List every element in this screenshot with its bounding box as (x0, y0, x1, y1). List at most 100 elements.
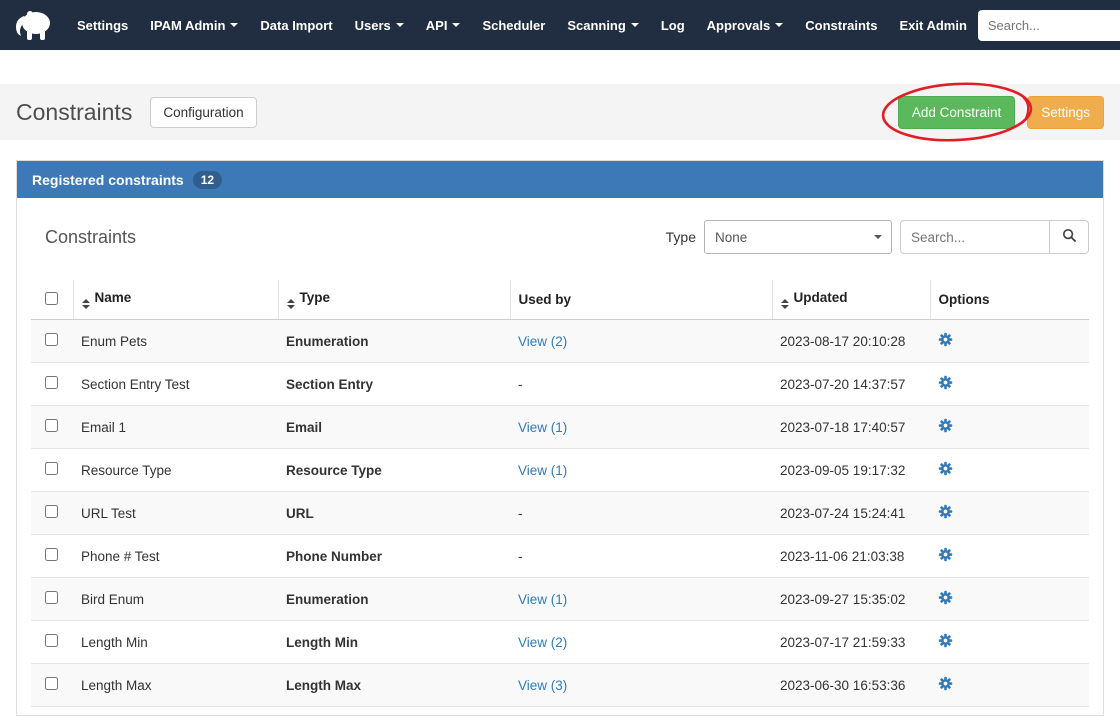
nav-item-constraints[interactable]: Constraints (794, 0, 888, 50)
count-badge: 12 (193, 171, 222, 189)
chevron-down-icon (452, 23, 460, 27)
nav-item-label: IPAM Admin (150, 18, 225, 33)
used-by-cell: View (2) (510, 621, 772, 664)
row-checkbox[interactable] (45, 462, 58, 475)
elephant-logo-icon[interactable] (12, 6, 54, 44)
constraint-name: Resource Type (73, 449, 278, 492)
sort-icon (287, 299, 295, 309)
constraint-type: Phone Number (278, 535, 510, 578)
configuration-button[interactable]: Configuration (150, 97, 256, 128)
constraint-name: Length Min (73, 621, 278, 664)
options-cell (930, 535, 1089, 578)
constraint-type: Length Min (278, 621, 510, 664)
table-search-button[interactable] (1050, 220, 1089, 254)
updated-timestamp: 2023-07-17 21:59:33 (772, 621, 930, 664)
nav-item-api[interactable]: API (415, 0, 472, 50)
used-by-view-link[interactable]: View (3) (518, 678, 567, 693)
add-constraint-button[interactable]: Add Constraint (898, 96, 1015, 129)
row-checkbox[interactable] (45, 376, 58, 389)
column-header-label: Options (939, 292, 990, 307)
gear-icon[interactable] (938, 332, 953, 347)
options-cell (930, 406, 1089, 449)
nav-item-label: Exit Admin (899, 18, 966, 33)
column-header-updated[interactable]: Updated (772, 280, 930, 320)
row-checkbox[interactable] (45, 677, 58, 690)
column-header-name[interactable]: Name (73, 280, 278, 320)
gear-icon[interactable] (938, 461, 953, 476)
constraint-name: Phone # Test (73, 535, 278, 578)
updated-timestamp: 2023-06-30 16:53:36 (772, 664, 930, 707)
constraint-name: Section Entry Test (73, 363, 278, 406)
row-checkbox[interactable] (45, 419, 58, 432)
nav-item-approvals[interactable]: Approvals (696, 0, 795, 50)
used-by-view-link[interactable]: View (1) (518, 420, 567, 435)
nav-item-log[interactable]: Log (650, 0, 696, 50)
panel-title: Registered constraints (32, 172, 184, 188)
table-row: Enum PetsEnumerationView (2)2023-08-17 2… (31, 320, 1089, 363)
row-checkbox[interactable] (45, 591, 58, 604)
page-header-band: Constraints Configuration Add Constraint… (0, 84, 1120, 140)
used-by-view-link[interactable]: View (1) (518, 592, 567, 607)
registered-constraints-panel: Registered constraints 12 Constraints Ty… (16, 160, 1104, 716)
row-checkbox[interactable] (45, 548, 58, 561)
nav-item-scanning[interactable]: Scanning (556, 0, 650, 50)
table-row: Section Entry TestSection Entry-2023-07-… (31, 363, 1089, 406)
options-cell (930, 578, 1089, 621)
used-by-cell: View (1) (510, 406, 772, 449)
type-filter-select[interactable]: None (704, 220, 892, 254)
toolbar-title: Constraints (45, 227, 136, 248)
type-filter-label: Type (666, 229, 696, 245)
row-checkbox[interactable] (45, 333, 58, 346)
navbar-search-input[interactable] (978, 10, 1120, 41)
constraint-name: Enum Pets (73, 320, 278, 363)
table-search-input[interactable] (900, 220, 1050, 254)
navbar-menu: Settings IPAM Admin Data ImportUsersAPISch… (66, 0, 978, 50)
nav-item-scheduler[interactable]: Scheduler (471, 0, 556, 50)
nav-item-label: Approvals (707, 18, 771, 33)
row-checkbox[interactable] (45, 505, 58, 518)
options-cell (930, 664, 1089, 707)
used-by-cell: View (1) (510, 578, 772, 621)
column-header-type[interactable]: Type (278, 280, 510, 320)
column-header-used-by: Used by (510, 280, 772, 320)
used-by-view-link[interactable]: View (2) (518, 334, 567, 349)
gear-icon[interactable] (938, 504, 953, 519)
nav-item-data-import[interactable]: Data Import (249, 0, 343, 50)
row-checkbox[interactable] (45, 634, 58, 647)
column-header-label: Name (95, 290, 132, 305)
updated-timestamp: 2023-08-17 20:10:28 (772, 320, 930, 363)
constraint-type: Resource Type (278, 449, 510, 492)
nav-item-label: Settings (77, 18, 128, 33)
settings-button[interactable]: Settings (1027, 96, 1104, 129)
gear-icon[interactable] (938, 633, 953, 648)
type-filter-value: None (715, 230, 747, 245)
nav-item-settings[interactable]: Settings (66, 0, 139, 50)
updated-timestamp: 2023-07-20 14:37:57 (772, 363, 930, 406)
constraint-type: Length Max (278, 664, 510, 707)
constraint-name: Length Max (73, 664, 278, 707)
used-by-cell: View (2) (510, 320, 772, 363)
gear-icon[interactable] (938, 375, 953, 390)
options-cell (930, 320, 1089, 363)
used-by-cell: View (1) (510, 449, 772, 492)
constraint-type: Email (278, 406, 510, 449)
toolbar-filters: Type None (666, 220, 1089, 254)
select-all-checkbox[interactable] (45, 292, 58, 305)
nav-item-exit-admin[interactable]: Exit Admin (888, 0, 977, 50)
gear-icon[interactable] (938, 676, 953, 691)
gear-icon[interactable] (938, 590, 953, 605)
used-by-cell: View (3) (510, 664, 772, 707)
navbar-right (978, 10, 1120, 41)
nav-item-ipam-admin[interactable]: IPAM Admin (139, 0, 249, 50)
table-search (900, 220, 1089, 254)
updated-timestamp: 2023-09-05 19:17:32 (772, 449, 930, 492)
table-row: URL TestURL-2023-07-24 15:24:41 (31, 492, 1089, 535)
sort-icon (82, 299, 90, 309)
used-by-view-link[interactable]: View (1) (518, 463, 567, 478)
constraints-table: Name TypeUsed byUpdated Options Enum PetsE… (31, 280, 1089, 707)
constraint-type: URL (278, 492, 510, 535)
gear-icon[interactable] (938, 418, 953, 433)
gear-icon[interactable] (938, 547, 953, 562)
nav-item-users[interactable]: Users (344, 0, 415, 50)
used-by-view-link[interactable]: View (2) (518, 635, 567, 650)
